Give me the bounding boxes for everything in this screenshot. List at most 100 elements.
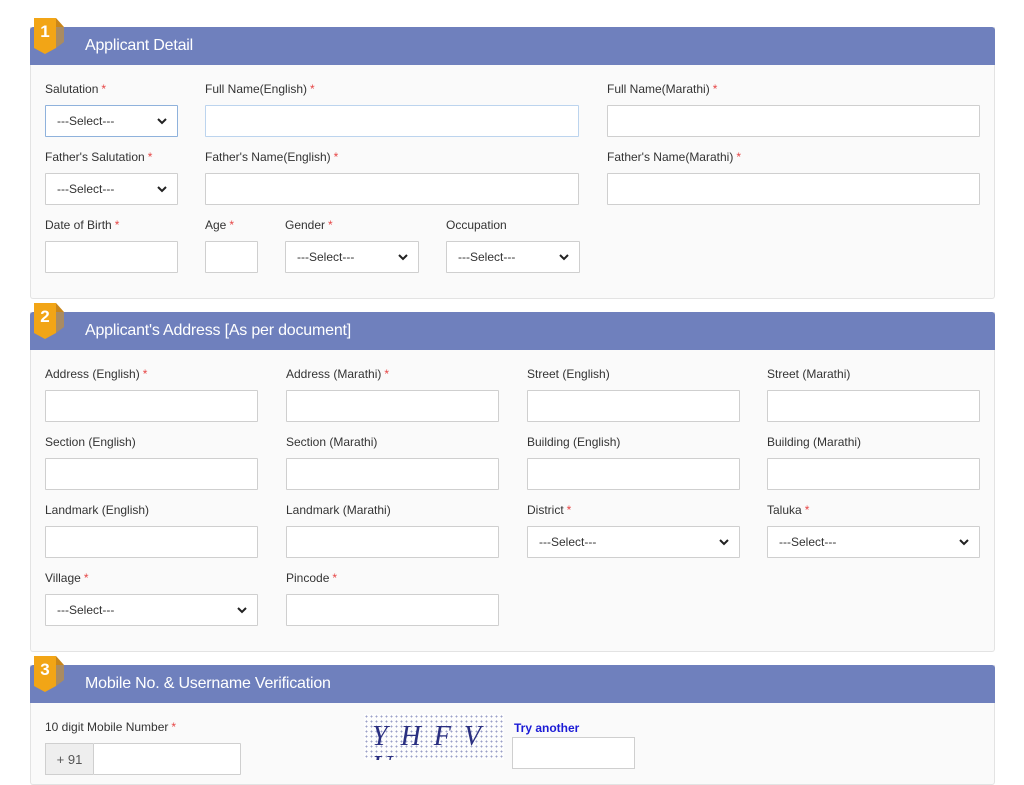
mobile-number-input[interactable] [93, 743, 241, 775]
landmark-english-label: Landmark (English) [45, 503, 150, 517]
chevron-down-icon [157, 186, 167, 193]
father-name-english-label: Father's Name(English) * [205, 150, 339, 164]
address-english-field: Address (English) * [45, 367, 258, 422]
taluka-select[interactable]: ---Select--- [767, 526, 980, 558]
father-salutation-select[interactable]: ---Select--- [45, 173, 178, 205]
section-title: Applicant Detail [85, 37, 193, 54]
section-title: Mobile No. & Username Verification [85, 675, 331, 692]
building-marathi-label: Building (Marathi) [767, 435, 862, 449]
building-marathi-field: Building (Marathi) [767, 435, 980, 490]
mobile-number-label: 10 digit Mobile Number * [45, 720, 177, 734]
section-english-label: Section (English) [45, 435, 136, 449]
chevron-down-icon [959, 539, 969, 546]
pincode-input[interactable] [286, 594, 499, 626]
pincode-label: Pincode * [286, 571, 338, 585]
address-english-input[interactable] [45, 390, 258, 422]
chevron-down-icon [719, 539, 729, 546]
section-marathi-field: Section (Marathi) [286, 435, 499, 490]
village-select[interactable]: ---Select--- [45, 594, 258, 626]
full-name-marathi-field: Full Name(Marathi) * [607, 82, 980, 137]
father-salutation-label: Father's Salutation * [45, 150, 153, 164]
age-label: Age * [205, 218, 235, 232]
father-name-marathi-label: Father's Name(Marathi) * [607, 150, 741, 164]
address-marathi-input[interactable] [286, 390, 499, 422]
district-field: District * ---Select--- [527, 503, 740, 558]
step-badge: 2 [34, 303, 66, 341]
father-name-english-field: Father's Name(English) * [205, 150, 579, 205]
step-badge: 3 [34, 656, 66, 694]
full-name-english-field: Full Name(English) * [205, 82, 579, 137]
applicant-address-header: 2 Applicant's Address [As per document] [30, 303, 995, 350]
building-marathi-input[interactable] [767, 458, 980, 490]
country-code-prefix: + 91 [45, 743, 93, 775]
district-select[interactable]: ---Select--- [527, 526, 740, 558]
captcha-input[interactable] [512, 737, 635, 769]
landmark-marathi-field: Landmark (Marathi) [286, 503, 499, 558]
step-number: 3 [40, 660, 50, 679]
applicant-address-panel: 2 Applicant's Address [As per document] … [30, 303, 995, 652]
village-field: Village * ---Select--- [45, 571, 258, 626]
father-name-marathi-field: Father's Name(Marathi) * [607, 150, 980, 205]
mobile-number-field: 10 digit Mobile Number * + 91 [45, 720, 241, 775]
landmark-english-input[interactable] [45, 526, 258, 558]
captcha-text: Y H F V U [372, 721, 484, 761]
section-marathi-label: Section (Marathi) [286, 435, 378, 449]
chevron-down-icon [559, 254, 569, 261]
landmark-english-field: Landmark (English) [45, 503, 258, 558]
step-number: 1 [40, 22, 50, 41]
father-name-marathi-input[interactable] [607, 173, 980, 205]
street-english-label: Street (English) [527, 367, 610, 381]
gender-label: Gender * [285, 218, 333, 232]
applicant-detail-panel: 1 Applicant Detail Salutation * ---Select… [30, 18, 995, 299]
taluka-label: Taluka * [767, 503, 810, 517]
address-marathi-field: Address (Marathi) * [286, 367, 499, 422]
street-marathi-field: Street (Marathi) [767, 367, 980, 422]
occupation-label: Occupation [446, 218, 507, 232]
section-english-input[interactable] [45, 458, 258, 490]
building-english-field: Building (English) [527, 435, 740, 490]
building-english-input[interactable] [527, 458, 740, 490]
full-name-english-label: Full Name(English) * [205, 82, 315, 96]
occupation-select[interactable]: ---Select--- [446, 241, 580, 273]
age-input[interactable] [205, 241, 258, 273]
landmark-marathi-label: Landmark (Marathi) [286, 503, 391, 517]
father-name-english-input[interactable] [205, 173, 579, 205]
salutation-field: Salutation * ---Select--- [45, 82, 178, 137]
dob-field: Date of Birth * [45, 218, 178, 273]
dob-label: Date of Birth * [45, 218, 120, 232]
pincode-field: Pincode * [286, 571, 499, 626]
dob-input[interactable] [45, 241, 178, 273]
street-english-input[interactable] [527, 390, 740, 422]
chevron-down-icon [157, 118, 167, 125]
applicant-detail-header: 1 Applicant Detail [30, 18, 995, 65]
age-field: Age * [205, 218, 258, 273]
gender-field: Gender * ---Select--- [285, 218, 419, 273]
building-english-label: Building (English) [527, 435, 621, 449]
step-badge: 1 [34, 18, 66, 56]
chevron-down-icon [237, 607, 247, 614]
street-marathi-label: Street (Marathi) [767, 367, 851, 381]
district-label: District * [527, 503, 572, 517]
full-name-marathi-label: Full Name(Marathi) * [607, 82, 718, 96]
section-title: Applicant's Address [As per document] [85, 322, 352, 339]
father-salutation-field: Father's Salutation * ---Select--- [45, 150, 178, 205]
address-english-label: Address (English) * [45, 367, 148, 381]
try-another-captcha-link[interactable]: Try another [514, 721, 579, 735]
chevron-down-icon [398, 254, 408, 261]
mobile-verification-header: 3 Mobile No. & Username Verification [30, 656, 995, 703]
landmark-marathi-input[interactable] [286, 526, 499, 558]
section-english-field: Section (English) [45, 435, 258, 490]
step-number: 2 [40, 307, 50, 326]
captcha-image: Y H F V U [364, 714, 504, 760]
taluka-field: Taluka * ---Select--- [767, 503, 980, 558]
street-marathi-input[interactable] [767, 390, 980, 422]
address-marathi-label: Address (Marathi) * [286, 367, 390, 381]
occupation-field: Occupation ---Select--- [446, 218, 580, 273]
full-name-marathi-input[interactable] [607, 105, 980, 137]
full-name-english-input[interactable] [205, 105, 579, 137]
village-label: Village * [45, 571, 89, 585]
section-marathi-input[interactable] [286, 458, 499, 490]
street-english-field: Street (English) [527, 367, 740, 422]
salutation-select[interactable]: ---Select--- [45, 105, 178, 137]
gender-select[interactable]: ---Select--- [285, 241, 419, 273]
